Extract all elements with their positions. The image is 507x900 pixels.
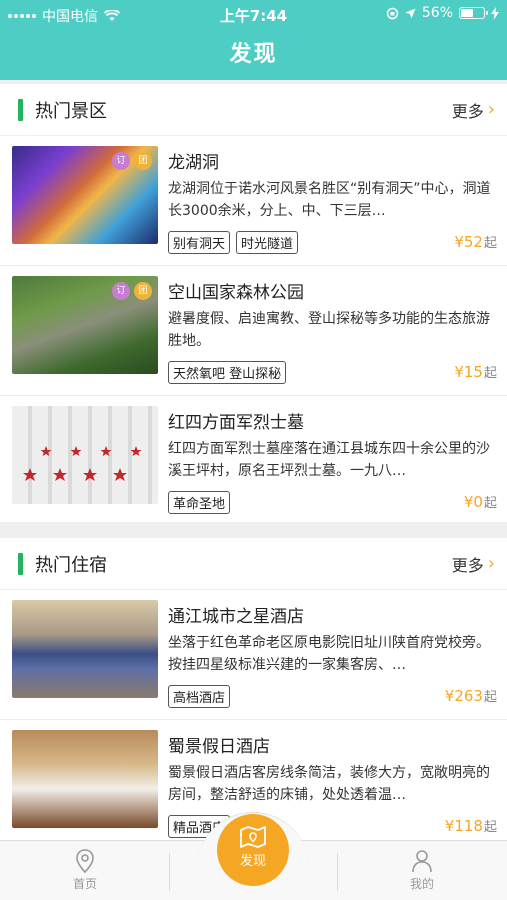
- battery-percent: 56%: [421, 5, 453, 21]
- item-description: 坐落于红色革命老区原电影院旧址川陕首府党校旁。按挂四星级标准兴建的一家集客房、…: [168, 635, 490, 673]
- cave-photo: 订 团: [12, 146, 158, 244]
- tab-mine-label: 我的: [409, 877, 434, 891]
- scenic-item-longhu[interactable]: 订 团 龙湖洞 龙湖洞位于诺水河风景名胜区“别有洞天”中心，洞道长3000余米，…: [0, 136, 507, 266]
- hotel-lobby-photo: [12, 600, 158, 698]
- top-bar: 中国电信 上午7:44 56% 发现: [0, 0, 507, 80]
- tab-home-label: 首页: [72, 877, 97, 891]
- page-title: 发现: [229, 42, 278, 67]
- tab-divider: [169, 853, 170, 891]
- tab-home[interactable]: 首页: [25, 841, 145, 900]
- section-title: 热门住宿: [35, 554, 107, 576]
- user-icon: [412, 850, 432, 873]
- location-arrow-icon: [405, 8, 416, 18]
- item-name: 龙湖洞: [168, 153, 219, 173]
- chevron-right-icon: ›: [487, 99, 495, 120]
- item-description: 蜀景假日酒店客房线条简洁，装修大方，宽敞明亮的房间，整洁舒适的床铺，处处透着温…: [168, 765, 490, 803]
- section-marker: [18, 98, 23, 121]
- item-tag: 高档酒店: [168, 685, 231, 708]
- chevron-right-icon: ›: [487, 553, 495, 574]
- tab-discover[interactable]: 发现: [217, 814, 289, 886]
- section-header: 热门景区 更多 ›: [0, 84, 507, 136]
- item-tag: 时光隧道: [236, 231, 299, 254]
- section-header: 热门住宿 更多 ›: [0, 538, 507, 590]
- location-pin-icon: [76, 849, 94, 873]
- item-price: ¥0起: [463, 493, 497, 511]
- group-badge: 团: [134, 152, 152, 170]
- group-badge: 团: [134, 282, 152, 300]
- more-label: 更多: [451, 101, 484, 121]
- item-tag: 别有洞天: [168, 231, 231, 254]
- item-price: ¥118起: [444, 817, 497, 835]
- charging-icon: [491, 6, 499, 20]
- more-scenic-link[interactable]: 更多 ›: [452, 98, 495, 122]
- item-description: 避暑度假、启迪寓教、登山探秘等多功能的生态旅游胜地。: [168, 311, 490, 349]
- section-marker: [18, 552, 23, 575]
- hot-lodging-section: 热门住宿 更多 › 通江城市之星酒店 坐落于红色革命老区原电影院旧址川陕首府党校…: [0, 538, 507, 848]
- item-description: 龙湖洞位于诺水河风景名胜区“别有洞天”中心，洞道长3000余米，分上、中、下三层…: [168, 181, 491, 219]
- item-name: 红四方面军烈士墓: [168, 413, 304, 433]
- status-bar: 中国电信 上午7:44 56%: [0, 0, 507, 28]
- more-lodging-link[interactable]: 更多 ›: [452, 552, 495, 576]
- item-price: ¥15起: [454, 363, 497, 381]
- cemetery-photo: [12, 406, 158, 504]
- forest-photo: 订 团: [12, 276, 158, 374]
- item-name: 通江城市之星酒店: [168, 607, 304, 627]
- item-name: 空山国家森林公园: [168, 283, 304, 303]
- item-price: ¥52起: [454, 233, 497, 251]
- booking-badge: 订: [112, 152, 130, 170]
- item-tag: 革命圣地: [168, 491, 231, 514]
- tab-mine[interactable]: 我的: [362, 841, 482, 900]
- tab-discover-label: 发现: [239, 854, 266, 869]
- item-name: 蜀景假日酒店: [168, 737, 270, 757]
- section-title: 热门景区: [35, 100, 107, 122]
- booking-badge: 订: [112, 282, 130, 300]
- rotation-lock-icon: [386, 7, 399, 19]
- battery-icon: [459, 7, 488, 19]
- map-icon: [240, 826, 266, 848]
- more-label: 更多: [451, 555, 484, 575]
- tab-divider: [337, 853, 338, 891]
- scenic-item-kongshan[interactable]: 订 团 空山国家森林公园 避暑度假、启迪寓教、登山探秘等多功能的生态旅游胜地。 …: [0, 266, 507, 396]
- hotel-item-city-star[interactable]: 通江城市之星酒店 坐落于红色革命老区原电影院旧址川陕首府党校旁。按挂四星级标准兴…: [0, 590, 507, 720]
- star-pattern: [23, 446, 142, 481]
- item-description: 红四方面军烈士墓座落在通江县城东四十余公里的沙溪王坪村，原名王坪烈士墓。一九八…: [168, 441, 490, 479]
- hot-scenic-section: 热门景区 更多 › 订 团 龙湖洞 龙湖洞位于诺水河风景名胜区“别有洞天”中心，…: [0, 84, 507, 522]
- hotel-room-photo: [12, 730, 158, 828]
- scenic-item-cemetery[interactable]: 红四方面军烈士墓 红四方面军烈士墓座落在通江县城东四十余公里的沙溪王坪村，原名王…: [0, 396, 507, 526]
- item-price: ¥263起: [444, 687, 497, 705]
- item-tag: 天然氧吧 登山探秘: [168, 361, 287, 384]
